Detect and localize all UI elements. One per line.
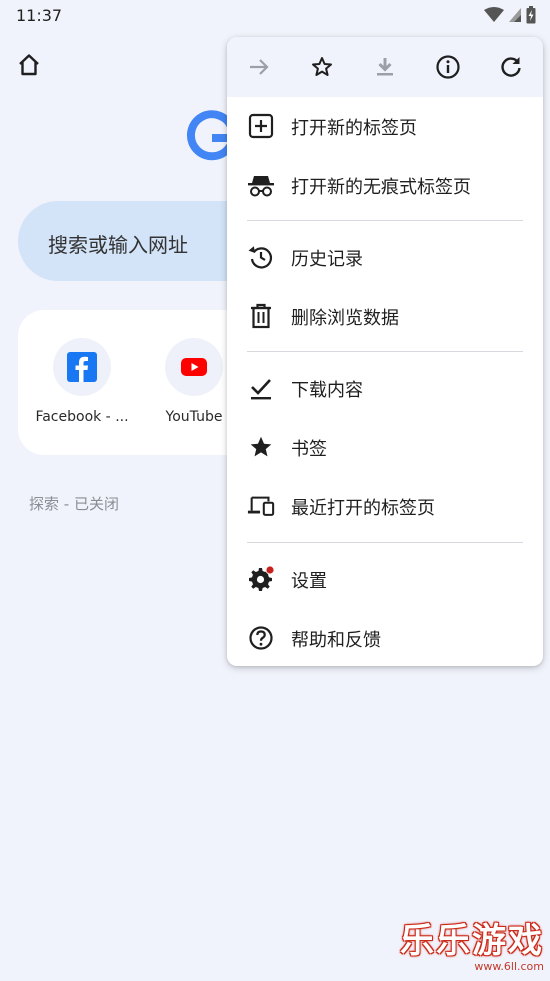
watermark-logo: 乐乐游戏 www.6ll.com <box>400 913 544 973</box>
reload-icon <box>501 57 521 77</box>
menu-item-help-feedback[interactable]: 帮助和反馈 <box>227 610 543 666</box>
youtube-icon <box>181 358 207 376</box>
battery-charging-icon <box>526 6 536 24</box>
recent-tabs-icon <box>247 492 275 520</box>
home-button[interactable] <box>14 50 44 80</box>
signal-icon <box>509 8 521 22</box>
shortcut-tile <box>53 338 111 396</box>
bookmark-page-button[interactable] <box>307 52 337 82</box>
menu-item-new-incognito-tab[interactable]: 打开新的无痕式标签页 <box>227 157 543 213</box>
downloads-icon <box>247 374 275 402</box>
watermark-title: 乐乐游戏 <box>400 921 544 961</box>
download-page-button[interactable] <box>370 52 400 82</box>
overflow-menu: 打开新的标签页 打开新的无痕式标签页 历史记录 删除浏览数据 下载内容 书签 最… <box>227 37 543 666</box>
forward-button[interactable] <box>244 52 274 82</box>
help-icon <box>247 624 275 652</box>
menu-divider <box>247 351 523 352</box>
menu-divider <box>247 220 523 221</box>
reload-button[interactable] <box>496 52 526 82</box>
menu-item-recent-tabs[interactable]: 最近打开的标签页 <box>227 478 543 534</box>
menu-item-settings[interactable]: 设置 <box>227 551 543 607</box>
facebook-icon <box>67 352 97 382</box>
menu-item-label: 设置 <box>291 571 327 592</box>
menu-item-label: 帮助和反馈 <box>291 630 381 651</box>
page-info-icon <box>436 55 460 79</box>
shortcut-tile <box>165 338 223 396</box>
wifi-icon <box>484 7 504 22</box>
home-icon <box>19 54 39 76</box>
forward-icon <box>250 59 269 75</box>
status-bar: 11:37 <box>0 0 550 32</box>
status-icons <box>484 6 536 24</box>
trash-icon <box>247 302 275 330</box>
menu-item-bookmarks[interactable]: 书签 <box>227 419 543 475</box>
shortcut-facebook[interactable]: Facebook - ... <box>27 338 137 425</box>
menu-item-history[interactable]: 历史记录 <box>227 229 543 285</box>
feed-status-text[interactable]: 探索 - 已关闭 <box>29 493 119 514</box>
download-page-icon <box>377 58 393 76</box>
menu-item-downloads[interactable]: 下载内容 <box>227 360 543 416</box>
menu-item-clear-browsing-data[interactable]: 删除浏览数据 <box>227 288 543 344</box>
status-time: 11:37 <box>16 6 63 25</box>
bookmarks-star-icon <box>247 433 275 461</box>
settings-gear-icon <box>247 565 275 593</box>
menu-item-new-tab[interactable]: 打开新的标签页 <box>227 98 543 154</box>
menu-item-label: 打开新的无痕式标签页 <box>291 177 471 198</box>
menu-item-label: 历史记录 <box>291 249 363 270</box>
menu-item-label: 下载内容 <box>291 380 363 401</box>
history-icon <box>247 243 275 271</box>
menu-item-label: 最近打开的标签页 <box>291 498 435 519</box>
menu-item-label: 书签 <box>291 439 327 460</box>
menu-divider <box>247 542 523 543</box>
shortcut-label: Facebook - ... <box>35 409 129 425</box>
notification-dot <box>266 566 274 574</box>
search-placeholder: 搜索或输入网址 <box>48 233 188 257</box>
menu-toolbar <box>227 37 543 97</box>
bookmark-star-icon <box>312 57 332 76</box>
incognito-icon <box>247 171 275 199</box>
page-info-button[interactable] <box>433 52 463 82</box>
menu-item-label: 删除浏览数据 <box>291 308 399 329</box>
new-tab-icon <box>247 112 275 140</box>
menu-item-label: 打开新的标签页 <box>291 118 417 139</box>
